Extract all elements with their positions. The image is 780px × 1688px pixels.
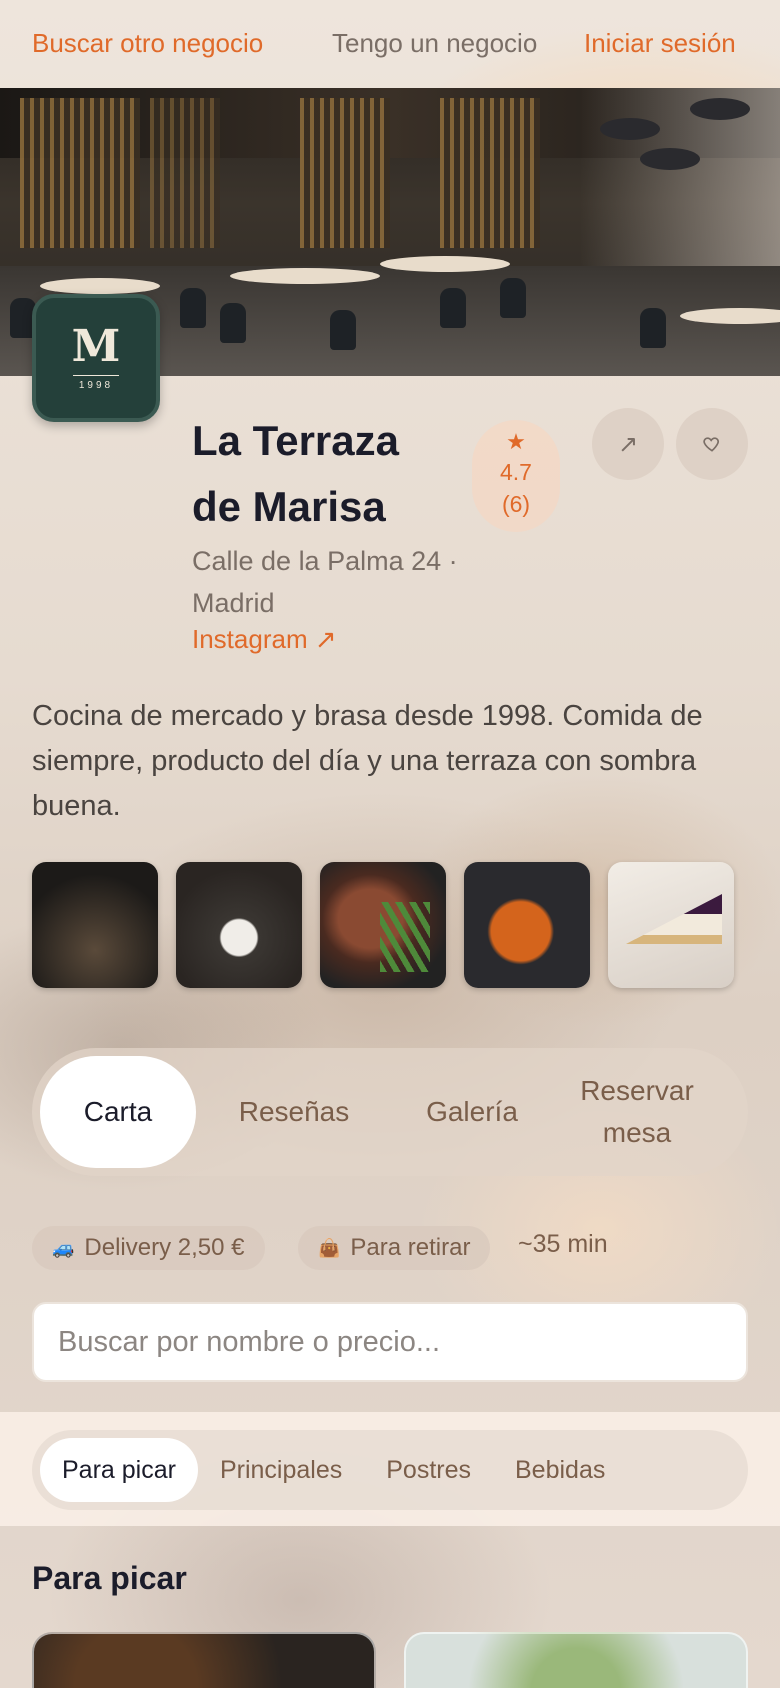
- pickup-label: Para retirar: [350, 1234, 471, 1261]
- category-bebidas[interactable]: Bebidas: [493, 1438, 627, 1502]
- category-principales[interactable]: Principales: [198, 1438, 364, 1502]
- tab-carta[interactable]: Carta: [40, 1056, 196, 1168]
- menu-search-input[interactable]: [32, 1302, 748, 1382]
- menu-item-card[interactable]: [32, 1632, 376, 1688]
- category-tabs: Para picar Principales Postres Bebidas: [32, 1430, 748, 1510]
- category-postres[interactable]: Postres: [364, 1438, 493, 1502]
- logo-year: 1998: [78, 380, 114, 391]
- pickup-chip: 👜 Para retirar: [298, 1226, 491, 1270]
- rating-badge[interactable]: ★ 4.7 (6): [472, 420, 560, 532]
- delivery-eta: ~35 min: [518, 1230, 608, 1258]
- gallery-thumb-plated-dish[interactable]: [176, 862, 302, 988]
- restaurant-description: Cocina de mercado y brasa desde 1998. Co…: [32, 700, 703, 822]
- instagram-link[interactable]: Instagram ↗: [192, 624, 337, 655]
- delivery-label: Delivery 2,50 €: [84, 1234, 245, 1261]
- gallery-thumb-steak[interactable]: [320, 862, 446, 988]
- heart-icon: [703, 437, 719, 452]
- find-business-link[interactable]: Buscar otro negocio: [32, 28, 263, 59]
- tab-reservar-mesa[interactable]: Reservar mesa: [552, 1056, 722, 1168]
- login-link[interactable]: Iniciar sesión: [584, 28, 736, 59]
- rating-value: 4.7: [500, 459, 532, 485]
- restaurant-logo: M 1998: [32, 294, 160, 422]
- tab-resenas[interactable]: Reseñas: [196, 1056, 392, 1168]
- category-para-picar[interactable]: Para picar: [40, 1438, 198, 1502]
- main-tabs: Carta Reseñas Galería Reservar mesa: [32, 1048, 748, 1176]
- share-icon: ↗: [617, 430, 639, 458]
- restaurant-address: Calle de la Palma 24 · Madrid: [192, 546, 458, 618]
- bag-icon: 👜: [318, 1237, 341, 1258]
- gallery-thumb-cheesecake[interactable]: [608, 862, 734, 988]
- share-button[interactable]: ↗: [592, 408, 664, 480]
- tab-galeria[interactable]: Galería: [392, 1056, 552, 1168]
- rating-count: (6): [501, 491, 531, 517]
- star-icon: ★: [506, 429, 526, 454]
- own-business-link[interactable]: Tengo un negocio: [332, 28, 537, 59]
- gallery-thumb-interior[interactable]: [32, 862, 158, 988]
- gallery-thumb-paella[interactable]: [464, 862, 590, 988]
- restaurant-name: La Terraza de Marisa: [192, 417, 399, 530]
- logo-letter: M: [71, 321, 121, 372]
- section-title: Para picar: [32, 1560, 187, 1596]
- menu-item-card[interactable]: [404, 1632, 748, 1688]
- top-nav: Buscar otro negocio Tengo un negocio Ini…: [0, 0, 780, 88]
- car-icon: 🚙: [52, 1237, 75, 1258]
- gallery-thumbnails: [32, 862, 734, 988]
- favorite-button[interactable]: [676, 408, 748, 480]
- delivery-chip: 🚙 Delivery 2,50 €: [32, 1226, 265, 1270]
